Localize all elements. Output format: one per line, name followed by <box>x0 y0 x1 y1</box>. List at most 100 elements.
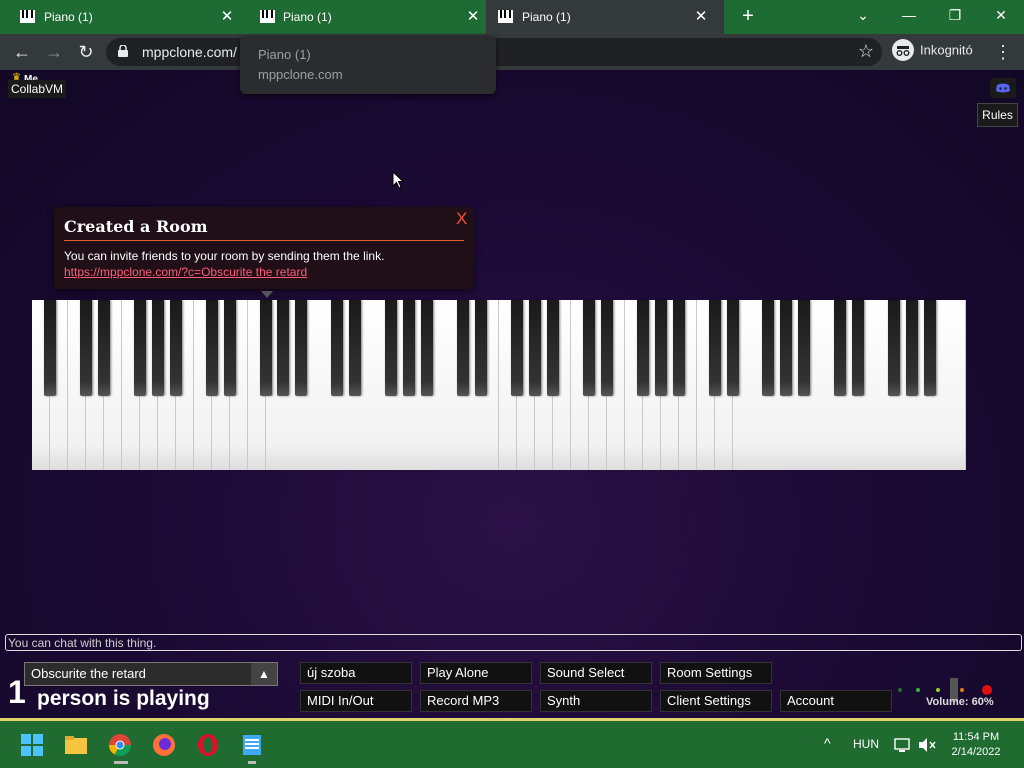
windows-start-icon[interactable] <box>20 733 44 757</box>
piano-page: ♛ Me CollabVM Rules Created a Room You c… <box>0 70 1024 718</box>
opera-icon[interactable] <box>196 733 220 757</box>
black-key[interactable] <box>888 300 901 396</box>
system-clock[interactable]: 11:54 PM 2/14/2022 <box>946 730 1006 760</box>
black-key[interactable] <box>151 300 164 396</box>
file-explorer-icon[interactable] <box>64 733 88 757</box>
url-text[interactable]: mppclone.com/ <box>142 44 237 60</box>
room-invite-link[interactable]: https://mppclone.com/?c=Obscurite the re… <box>64 265 307 279</box>
tray-chevron-up-icon[interactable]: ^ <box>824 735 831 751</box>
new-room-button[interactable]: új szoba <box>300 662 412 684</box>
piano-favicon-icon <box>20 10 35 23</box>
black-key[interactable] <box>636 300 649 396</box>
reload-icon[interactable]: ↻ <box>74 40 98 64</box>
black-key[interactable] <box>205 300 218 396</box>
restore-button[interactable]: ❐ <box>938 4 972 26</box>
black-key[interactable] <box>852 300 865 396</box>
room-name: Obscurite the retard <box>31 666 146 681</box>
room-settings-button[interactable]: Room Settings <box>660 662 772 684</box>
notepad-icon[interactable] <box>240 733 264 757</box>
profile-label: Inkognitó <box>920 42 973 58</box>
black-key[interactable] <box>349 300 362 396</box>
client-settings-button[interactable]: Client Settings <box>660 690 772 712</box>
black-key[interactable] <box>385 300 398 396</box>
tab-piano-2[interactable]: Piano (1) ✕ <box>246 0 484 34</box>
black-key[interactable] <box>97 300 110 396</box>
black-key[interactable] <box>654 300 667 396</box>
black-key[interactable] <box>79 300 92 396</box>
room-selector[interactable]: Obscurite the retard ▲ <box>24 662 278 686</box>
black-key[interactable] <box>421 300 434 396</box>
black-key[interactable] <box>798 300 811 396</box>
black-key[interactable] <box>600 300 613 396</box>
white-key[interactable] <box>948 300 967 470</box>
chrome-icon[interactable] <box>108 733 132 757</box>
account-button[interactable]: Account <box>780 690 892 712</box>
new-tab-button[interactable]: + <box>736 4 760 28</box>
expand-up-icon[interactable]: ▲ <box>251 663 277 685</box>
language-indicator[interactable]: HUN <box>853 737 879 751</box>
black-key[interactable] <box>331 300 344 396</box>
tab-close-icon[interactable]: ✕ <box>462 6 484 28</box>
firefox-icon[interactable] <box>152 733 176 757</box>
forward-arrow-icon[interactable]: → <box>42 40 66 64</box>
black-key[interactable] <box>475 300 488 396</box>
tab-piano-3-active[interactable]: Piano (1) ✕ <box>486 0 724 34</box>
black-key[interactable] <box>223 300 236 396</box>
volume-label: Volume: 60% <box>926 696 994 708</box>
rules-button[interactable]: Rules <box>977 103 1018 127</box>
black-key[interactable] <box>726 300 739 396</box>
windows-taskbar: ^ HUN 11:54 PM 2/14/2022 <box>0 718 1024 768</box>
black-key[interactable] <box>510 300 523 396</box>
black-key[interactable] <box>133 300 146 396</box>
black-key[interactable] <box>43 300 56 396</box>
volume-slider[interactable]: Volume: 60% <box>896 676 1000 712</box>
tab-close-icon[interactable]: ✕ <box>216 6 238 28</box>
black-key[interactable] <box>582 300 595 396</box>
clock-time: 11:54 PM <box>952 731 1000 743</box>
notification-close-button[interactable]: X <box>456 209 467 229</box>
volume-led <box>936 688 940 692</box>
black-key[interactable] <box>762 300 775 396</box>
network-icon[interactable] <box>894 737 912 753</box>
black-key[interactable] <box>277 300 290 396</box>
piano-keyboard[interactable] <box>32 300 967 470</box>
bookmark-star-icon[interactable]: ☆ <box>858 41 874 62</box>
black-key[interactable] <box>906 300 919 396</box>
volume-led <box>960 688 964 692</box>
black-key[interactable] <box>528 300 541 396</box>
record-mp3-button[interactable]: Record MP3 <box>420 690 532 712</box>
lock-icon <box>118 45 128 57</box>
sound-select-button[interactable]: Sound Select <box>540 662 652 684</box>
black-key[interactable] <box>546 300 559 396</box>
incognito-icon <box>892 39 914 61</box>
user-name-tag[interactable]: CollabVM <box>8 80 67 98</box>
volume-led <box>982 685 992 695</box>
black-key[interactable] <box>295 300 308 396</box>
back-arrow-icon[interactable]: ← <box>10 40 34 64</box>
black-key[interactable] <box>259 300 272 396</box>
close-window-button[interactable]: ✕ <box>984 4 1018 26</box>
tab-piano-1[interactable]: Piano (1) ✕ <box>0 0 238 34</box>
black-key[interactable] <box>780 300 793 396</box>
tab-close-icon[interactable]: ✕ <box>690 6 712 28</box>
notification-title: Created a Room <box>64 217 208 236</box>
play-alone-button[interactable]: Play Alone <box>420 662 532 684</box>
black-key[interactable] <box>924 300 937 396</box>
notification-pointer <box>261 291 273 298</box>
black-key[interactable] <box>672 300 685 396</box>
midi-button[interactable]: MIDI In/Out <box>300 690 412 712</box>
tab-search-button[interactable]: ⌄ <box>846 4 880 26</box>
piano-favicon-icon <box>498 10 513 23</box>
black-key[interactable] <box>169 300 182 396</box>
chat-input[interactable]: You can chat with this thing. <box>5 634 1022 651</box>
black-key[interactable] <box>403 300 416 396</box>
incognito-profile-button[interactable]: Inkognitó <box>892 39 983 65</box>
black-key[interactable] <box>708 300 721 396</box>
volume-muted-icon[interactable] <box>918 737 936 753</box>
synth-button[interactable]: Synth <box>540 690 652 712</box>
black-key[interactable] <box>457 300 470 396</box>
black-key[interactable] <box>834 300 847 396</box>
minimize-button[interactable]: — <box>892 4 926 26</box>
discord-icon[interactable] <box>990 78 1016 98</box>
kebab-menu-icon[interactable]: ⋮ <box>994 42 1012 63</box>
